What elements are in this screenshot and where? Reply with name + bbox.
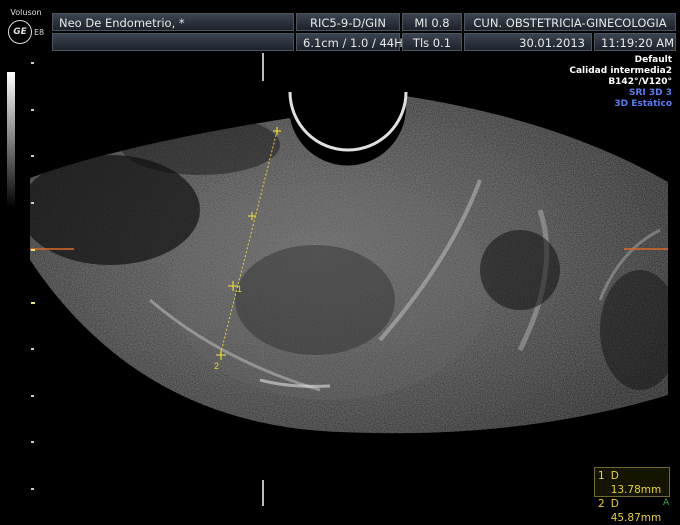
measurement-value: D 45.87mm — [610, 498, 662, 524]
measurement-index: 2 — [598, 498, 605, 510]
depth-frequency: 6.1cm / 1.0 / 44Hz — [296, 33, 409, 51]
caliper-label-2: 2 — [214, 361, 219, 371]
preset-label: Default — [634, 55, 672, 65]
header-blank-cell — [52, 33, 294, 51]
center-marker-top — [262, 53, 264, 81]
depth-tick — [31, 62, 34, 64]
depth-tick — [31, 441, 34, 443]
probe-name: RIC5-9-D/GIN — [296, 13, 400, 31]
grayscale-bar — [7, 72, 15, 208]
thermal-index: Tls 0.1 — [402, 33, 462, 51]
caliper-label-1: 1 — [237, 284, 242, 294]
sri-label: SRI 3D 3 — [628, 88, 672, 98]
measurement-row-2: 2 D 45.87mm — [598, 497, 669, 525]
quality-label: Calidad intermedia2 — [569, 66, 672, 76]
measurement-index: 1 — [598, 470, 605, 482]
depth-tick — [31, 155, 34, 157]
corner-label: A — [663, 498, 670, 508]
focus-tick — [31, 302, 35, 304]
depth-tick — [31, 395, 34, 397]
brand-block: Voluson GE E8 — [4, 8, 48, 48]
mode-label: 3D Estático — [614, 99, 672, 109]
center-marker-bottom — [262, 480, 264, 506]
exam-date: 30.01.2013 — [464, 33, 592, 51]
angle-label: B142°/V120° — [608, 77, 672, 87]
patient-name: Neo De Endometrio, * — [52, 13, 294, 31]
measurement-results: 1 D 13.78mm 2 D 45.87mm — [594, 467, 670, 524]
exam-time: 11:19:20 AM — [594, 33, 676, 51]
brand-model: E8 — [34, 28, 45, 37]
institution-name: CUN. OBSTETRICIA-GINECOLOGIA — [464, 13, 676, 31]
acquisition-info: Default Calidad intermedia2 B142°/V120° … — [569, 55, 672, 110]
measurement-value: D 13.78mm — [610, 470, 662, 496]
mechanical-index: MI 0.8 — [402, 13, 462, 31]
depth-tick — [31, 202, 34, 204]
brand-name: Voluson — [10, 8, 42, 17]
focus-tick — [31, 249, 35, 251]
depth-tick — [31, 109, 34, 111]
ge-logo-icon: GE — [8, 20, 32, 44]
header-bar: Voluson GE E8 Neo De Endometrio, * RIC5-… — [0, 0, 680, 52]
measurement-row-1: 1 D 13.78mm — [598, 469, 669, 497]
depth-tick — [31, 348, 34, 350]
depth-tick — [31, 488, 34, 490]
